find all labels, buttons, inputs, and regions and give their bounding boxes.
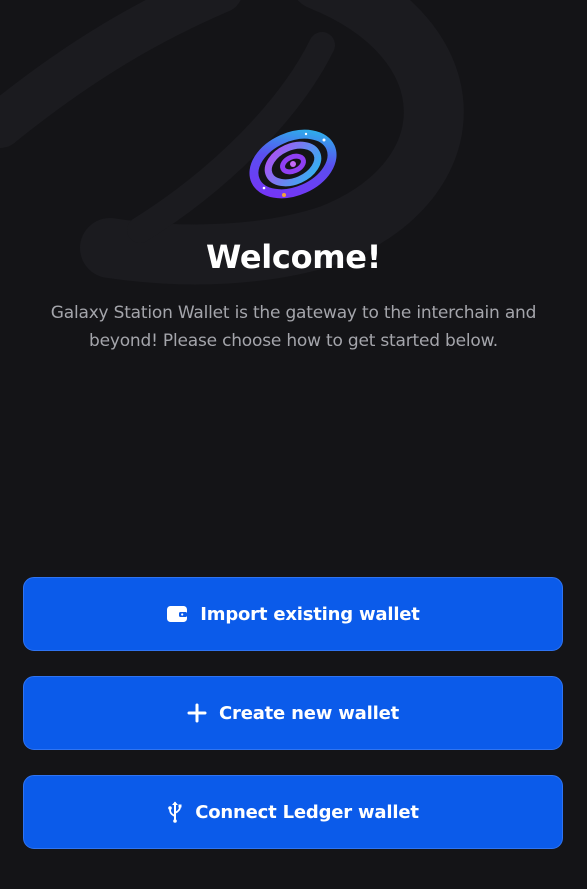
create-new-wallet-label: Create new wallet — [219, 702, 399, 724]
import-existing-wallet-button[interactable]: Import existing wallet — [23, 577, 563, 651]
connect-ledger-wallet-label: Connect Ledger wallet — [195, 801, 419, 823]
welcome-description: Galaxy Station Wallet is the gateway to … — [50, 303, 537, 351]
create-new-wallet-button[interactable]: Create new wallet — [23, 676, 563, 750]
wallet-icon — [166, 605, 188, 623]
usb-icon — [167, 800, 183, 824]
connect-ledger-wallet-button[interactable]: Connect Ledger wallet — [23, 775, 563, 849]
plus-icon — [187, 703, 207, 723]
galaxy-station-logo — [249, 129, 337, 199]
import-existing-wallet-label: Import existing wallet — [200, 603, 420, 625]
welcome-title: Welcome! — [205, 238, 382, 276]
